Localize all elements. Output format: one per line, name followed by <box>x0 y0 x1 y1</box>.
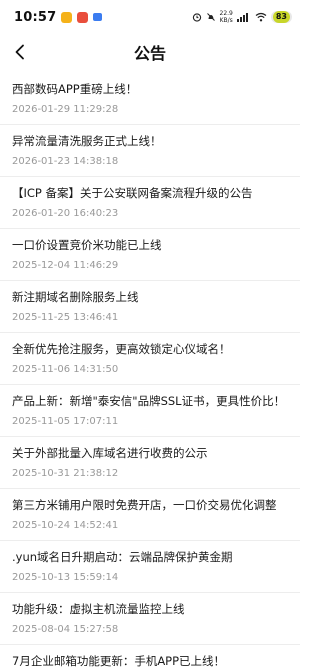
chevron-left-icon <box>15 44 24 60</box>
notification-app-icon <box>61 11 73 23</box>
page-title: 公告 <box>133 44 166 63</box>
announcement-title: 7月企业邮箱功能更新：手机APP已上线！ <box>12 654 226 667</box>
announcement-date: 2026-01-29 11:29:28 <box>12 104 119 115</box>
announcement-title: 异常流量清洗服务正式上线！ <box>12 134 162 148</box>
battery-indicator: 83 <box>270 11 292 23</box>
announcement-item[interactable]: 关于外部批量入库域名进行收费的公示 2025-10-31 21:38:12 <box>0 437 300 489</box>
announcement-title: 一口价设置竞价米功能已上线 <box>12 238 162 252</box>
notification-app-icon <box>93 13 103 21</box>
back-button[interactable] <box>8 40 32 64</box>
announcement-item[interactable]: 西部数码APP重磅上线！ 2026-01-29 11:29:28 <box>0 73 300 125</box>
announcement-list: 西部数码APP重磅上线！ 2026-01-29 11:29:28 异常流量清洗服… <box>0 73 300 667</box>
wifi-icon <box>255 12 267 22</box>
announcement-title: 关于外部批量入库域名进行收费的公示 <box>12 446 208 460</box>
announcement-title: 新注期域名删除服务上线 <box>12 290 139 304</box>
announcement-date: 2025-08-04 15:27:58 <box>12 624 119 635</box>
battery-level: 83 <box>272 11 290 23</box>
announcement-item[interactable]: 功能升级：虚拟主机流量监控上线 2025-08-04 15:27:58 <box>0 593 300 645</box>
status-bar: 10:57 22.9 KB/s 83 <box>0 0 300 34</box>
announcement-date: 2025-10-24 14:52:41 <box>12 520 119 531</box>
announcement-item[interactable]: 全新优先抢注服务，更高效锁定心仪域名！ 2025-11-06 14:31:50 <box>0 333 300 385</box>
announcement-date: 2025-11-25 13:46:41 <box>12 312 119 323</box>
announcement-title: 第三方米铺用户限时免费开店，一口价交易优化调整 <box>12 498 277 512</box>
announcement-date: 2025-11-05 17:07:11 <box>12 416 119 427</box>
network-speed: 22.9 KB/s <box>220 10 233 24</box>
mute-bell-icon <box>206 13 215 21</box>
status-left: 10:57 <box>14 9 103 25</box>
announcement-date: 2025-10-31 21:38:12 <box>12 468 119 479</box>
announcement-item[interactable]: 7月企业邮箱功能更新：手机APP已上线！ <box>0 645 300 667</box>
nav-bar: 公告 <box>0 34 300 70</box>
announcement-item[interactable]: 新注期域名删除服务上线 2025-11-25 13:46:41 <box>0 281 300 333</box>
announcement-date: 2025-10-13 15:59:14 <box>12 572 119 583</box>
announcement-item[interactable]: .yun域名日升期启动：云端品牌保护黄金期 2025-10-13 15:59:1… <box>0 541 300 593</box>
alarm-icon <box>192 13 201 22</box>
notification-app-icon <box>77 11 89 23</box>
announcement-title: .yun域名日升期启动：云端品牌保护黄金期 <box>12 550 233 564</box>
announcement-title: 西部数码APP重磅上线！ <box>12 82 138 96</box>
announcement-title: 【ICP 备案】关于公安联网备案流程升级的公告 <box>12 186 253 200</box>
network-speed-value: 22.9 <box>219 10 233 17</box>
announcement-date: 2026-01-23 14:38:18 <box>12 156 119 167</box>
announcement-item[interactable]: 异常流量清洗服务正式上线！ 2026-01-23 14:38:18 <box>0 125 300 177</box>
announcement-date: 2026-01-20 16:40:23 <box>12 208 119 219</box>
announcement-title: 全新优先抢注服务，更高效锁定心仪域名！ <box>12 342 231 356</box>
cellular-signal-icon <box>236 13 248 22</box>
network-speed-unit: KB/s <box>219 17 233 24</box>
announcement-date: 2025-12-04 11:46:29 <box>12 260 119 271</box>
announcement-item[interactable]: 一口价设置竞价米功能已上线 2025-12-04 11:46:29 <box>0 229 300 281</box>
announcement-item[interactable]: 第三方米铺用户限时免费开店，一口价交易优化调整 2025-10-24 14:52… <box>0 489 300 541</box>
status-right: 22.9 KB/s 83 <box>192 10 292 24</box>
announcement-item[interactable]: 【ICP 备案】关于公安联网备案流程升级的公告 2026-01-20 16:40… <box>0 177 300 229</box>
announcement-date: 2025-11-06 14:31:50 <box>12 364 119 375</box>
status-time: 10:57 <box>14 9 57 25</box>
announcement-title: 产品上新：新增"泰安信"品牌SSL证书，更具性价比！ <box>12 394 286 408</box>
announcement-title: 功能升级：虚拟主机流量监控上线 <box>12 602 185 616</box>
announcement-item[interactable]: 产品上新：新增"泰安信"品牌SSL证书，更具性价比！ 2025-11-05 17… <box>0 385 300 437</box>
